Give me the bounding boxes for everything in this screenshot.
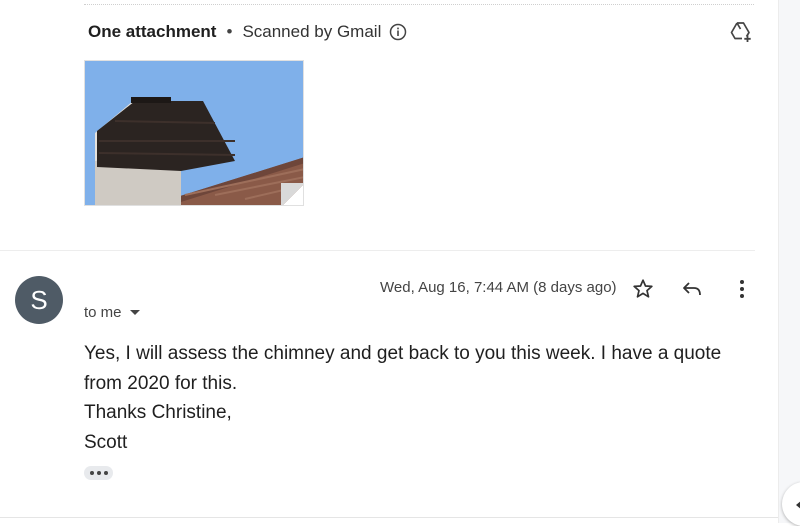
avatar-initial: S	[30, 284, 48, 315]
message-body: Yes, I will assess the chimney and get b…	[84, 339, 764, 457]
message-divider	[0, 250, 755, 251]
ellipsis-icon	[89, 471, 94, 475]
show-trimmed-content-button[interactable]	[84, 466, 113, 480]
scanned-label: Scanned by Gmail	[242, 22, 382, 41]
recipient-dropdown[interactable]: to me	[84, 304, 140, 321]
attachment-thumbnail[interactable]	[84, 60, 304, 206]
chevron-down-icon	[129, 310, 140, 315]
reply-icon[interactable]	[680, 277, 704, 301]
avatar[interactable]: S	[15, 276, 63, 324]
add-to-drive-icon[interactable]	[729, 20, 753, 44]
body-line: Yes, I will assess the chimney and get b…	[84, 343, 722, 394]
more-vert-icon[interactable]	[730, 277, 754, 301]
attachment-title: One attachment	[88, 22, 217, 41]
chevron-left-icon	[796, 500, 800, 510]
body-line: Thanks Christine,	[84, 402, 232, 423]
info-icon[interactable]	[389, 23, 407, 41]
recipient-label: to me	[84, 304, 122, 321]
attachment-header: One attachment • Scanned by Gmail	[88, 21, 407, 43]
body-line: Scott	[84, 431, 128, 453]
separator-dot: •	[226, 22, 233, 41]
top-divider	[84, 4, 754, 5]
right-side-panel	[778, 0, 800, 523]
bottom-divider	[0, 517, 780, 518]
message-date: Wed, Aug 16, 7:44 AM (8 days ago)	[380, 279, 617, 296]
star-icon[interactable]	[631, 277, 655, 301]
